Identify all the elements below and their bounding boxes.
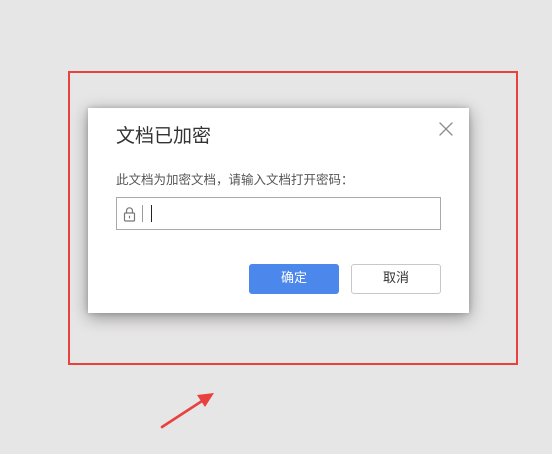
password-prompt: 此文档为加密文档，请输入文档打开密码： <box>116 172 354 187</box>
text-caret <box>151 205 152 222</box>
field-divider <box>142 205 143 222</box>
password-input[interactable] <box>147 201 435 226</box>
dialog-title: 文档已加密 <box>116 125 212 147</box>
encrypted-document-dialog: 文档已加密 此文档为加密文档，请输入文档打开密码： 确定 取消 <box>88 108 469 313</box>
lock-icon <box>123 206 136 222</box>
close-icon <box>438 121 454 137</box>
annotation-arrow-icon <box>156 388 220 432</box>
cancel-button[interactable]: 取消 <box>351 264 441 294</box>
close-button[interactable] <box>438 121 454 137</box>
confirm-button[interactable]: 确定 <box>249 264 339 294</box>
password-field[interactable] <box>116 197 441 230</box>
